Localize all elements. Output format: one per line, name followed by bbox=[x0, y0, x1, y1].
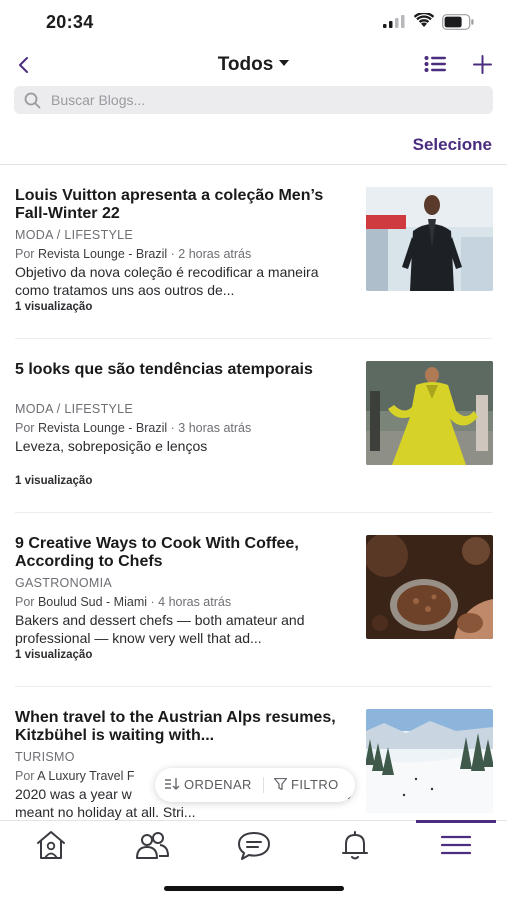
by-label: Por bbox=[15, 595, 35, 609]
home-indicator bbox=[164, 886, 344, 891]
article-time: 2 horas atrás bbox=[178, 247, 252, 261]
article-thumbnail[interactable] bbox=[366, 187, 493, 291]
menu-icon[interactable] bbox=[436, 829, 476, 861]
article-meta: Por A Luxury Travel F bbox=[15, 769, 135, 783]
article-title[interactable]: When travel to the Austrian Alps resumes… bbox=[15, 709, 355, 745]
article-title[interactable]: 9 Creative Ways to Cook With Coffee, Acc… bbox=[15, 535, 355, 571]
article-excerpt: Bakers and dessert chefs — both amateur … bbox=[15, 612, 305, 646]
by-label: Por bbox=[15, 247, 35, 261]
add-icon[interactable] bbox=[472, 54, 493, 75]
status-bar: 20:34 bbox=[0, 0, 507, 44]
article-excerpt: Leveza, sobreposição e lenços bbox=[15, 438, 208, 454]
notifications-icon[interactable] bbox=[335, 829, 375, 861]
article-time: 3 horas atrás bbox=[178, 421, 252, 435]
article-thumbnail[interactable] bbox=[366, 535, 493, 639]
article-source[interactable]: Revista Lounge - Brazil bbox=[38, 421, 167, 435]
page-title: Todos bbox=[217, 54, 274, 75]
chat-icon[interactable] bbox=[234, 829, 274, 861]
meta-dot: · bbox=[150, 595, 159, 609]
article-category: TURISMO bbox=[15, 750, 75, 764]
article-source[interactable]: A Luxury Travel F bbox=[37, 769, 134, 783]
search-placeholder: Buscar Blogs... bbox=[51, 92, 146, 108]
article-item[interactable]: 5 looks que são tendências atemporais MO… bbox=[0, 339, 507, 513]
article-item[interactable]: 9 Creative Ways to Cook With Coffee, Acc… bbox=[0, 513, 507, 687]
bar-divider bbox=[263, 777, 264, 793]
article-meta: Por Revista Lounge - Brazil · 2 horas at… bbox=[15, 247, 251, 261]
filter-label: FILTRO bbox=[291, 777, 339, 792]
article-thumbnail[interactable] bbox=[366, 361, 493, 465]
groups-icon[interactable] bbox=[132, 829, 172, 861]
article-title[interactable]: Louis Vuitton apresenta a coleção Men’s … bbox=[15, 187, 355, 223]
article-category: GASTRONOMIA bbox=[15, 576, 113, 590]
signal-icon bbox=[383, 15, 405, 28]
article-item[interactable]: Louis Vuitton apresenta a coleção Men’s … bbox=[0, 165, 507, 339]
article-excerpt: Objetivo da nova coleção é recodificar a… bbox=[15, 264, 319, 298]
article-category: MODA / LIFESTYLE bbox=[15, 402, 134, 416]
search-icon bbox=[24, 92, 41, 109]
article-views: 1 visualização bbox=[15, 301, 93, 313]
battery-icon bbox=[442, 14, 474, 30]
article-source[interactable]: Revista Lounge - Brazil bbox=[38, 247, 167, 261]
article-views: 1 visualização bbox=[15, 475, 93, 487]
article-source[interactable]: Boulud Sud - Miami bbox=[38, 595, 147, 609]
sort-icon bbox=[165, 778, 180, 790]
article-views: 1 visualização bbox=[15, 649, 93, 661]
article-thumbnail[interactable] bbox=[366, 709, 493, 813]
article-time: 4 horas atrás bbox=[158, 595, 232, 609]
article-meta: Por Boulud Sud - Miami · 4 horas atrás bbox=[15, 595, 231, 609]
filter-icon bbox=[273, 777, 288, 791]
filter-button[interactable]: FILTRO bbox=[273, 777, 339, 792]
article-title[interactable]: 5 looks que são tendências atemporais bbox=[15, 361, 355, 379]
article-category: MODA / LIFESTYLE bbox=[15, 228, 134, 242]
search-input[interactable]: Buscar Blogs... bbox=[14, 86, 493, 114]
list-view-icon[interactable] bbox=[424, 54, 446, 74]
active-tab-indicator bbox=[416, 820, 496, 823]
sort-button[interactable]: ORDENAR bbox=[165, 777, 252, 792]
home-icon[interactable] bbox=[31, 829, 71, 861]
select-button[interactable]: Selecione bbox=[413, 135, 492, 155]
wifi-icon bbox=[414, 13, 434, 27]
by-label: Por bbox=[15, 769, 35, 783]
caret-down-icon bbox=[279, 59, 290, 66]
sort-filter-bar: ORDENAR FILTRO bbox=[155, 768, 355, 802]
article-meta: Por Revista Lounge - Brazil · 3 horas at… bbox=[15, 421, 251, 435]
status-time: 20:34 bbox=[46, 12, 94, 32]
sort-label: ORDENAR bbox=[184, 777, 252, 792]
nav-bar: Todos bbox=[0, 44, 507, 88]
by-label: Por bbox=[15, 421, 35, 435]
